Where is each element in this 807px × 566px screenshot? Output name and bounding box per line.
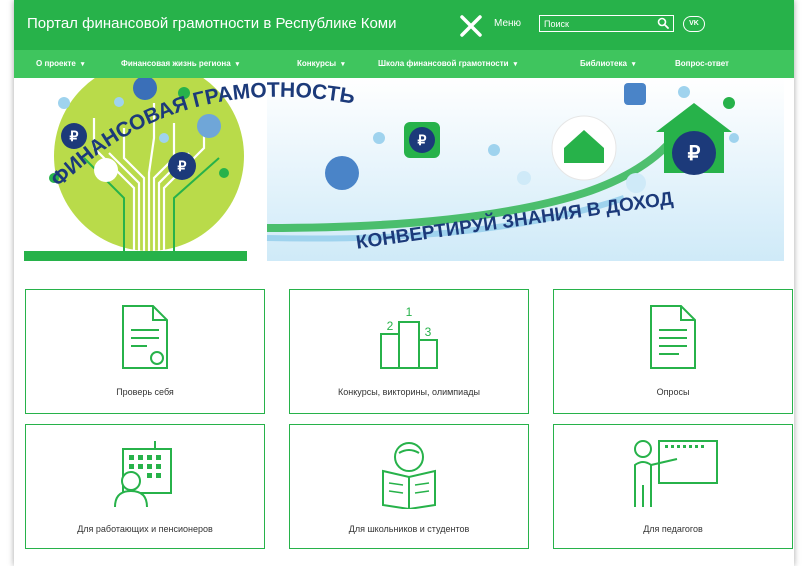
menu-button[interactable]: Меню [494,18,521,29]
main-nav: О проекте ▾ Финансовая жизнь региона ▾ Кон… [14,50,794,78]
site-title[interactable]: Портал финансовой грамотности в Республи… [27,15,397,32]
student-reading-icon [382,442,436,509]
nav-item-label: Вопрос-ответ [675,59,729,68]
nav-item-faq[interactable]: Вопрос-ответ [675,59,729,68]
promo-banner[interactable]: ₽ ₽ ФИНАНСОВАЯ ГРАМОТНОСТЬ! КОНВЕРТИРУЙ … [24,78,784,261]
svg-text:3: 3 [425,325,432,339]
nav-item-label: Школа финансовой грамотности [378,59,509,68]
chevron-down-icon: ▾ [235,61,240,68]
nav-item-label: Финансовая жизнь региона [121,59,231,68]
nav-item-contests[interactable]: Конкурсы ▾ [297,59,345,68]
chevron-down-icon: ▾ [631,61,636,68]
tile-surveys[interactable]: Опросы [553,289,793,414]
tile-label: Для работающих и пенсионеров [77,524,213,534]
nav-item-about[interactable]: О проекте ▾ [36,59,84,68]
chevron-down-icon: ▾ [80,61,85,68]
tile-contests[interactable]: 1 2 3 Конкурсы, викторины, олимпиады [289,289,529,414]
search-input[interactable] [544,17,644,30]
tile-label: Проверь себя [116,387,174,397]
tile-label: Конкурсы, викторины, олимпиады [338,387,480,397]
chevron-down-icon: ▾ [513,61,518,68]
search-box [539,15,674,32]
svg-text:₽: ₽ [178,158,187,174]
tile-workers-pensioners[interactable]: Для работающих и пенсионеров [25,424,265,549]
svg-text:₽: ₽ [418,132,427,148]
podium-icon: 1 2 3 [380,305,438,369]
tile-label: Для педагогов [643,524,703,534]
certificate-document-icon [122,305,168,369]
nav-item-library[interactable]: Библиотека ▾ [580,59,635,68]
nav-item-region[interactable]: Финансовая жизнь региона ▾ [121,59,239,68]
survey-document-icon [650,305,696,369]
svg-text:2: 2 [387,319,394,333]
close-icon[interactable] [458,13,484,39]
teacher-board-icon [634,440,718,507]
svg-text:₽: ₽ [70,128,79,144]
tile-students[interactable]: Для школьников и студентов [289,424,529,549]
nav-item-label: Конкурсы [297,59,337,68]
worker-building-icon [114,441,172,508]
search-icon[interactable] [657,17,669,29]
nav-item-label: О проекте [36,59,76,68]
nav-item-school[interactable]: Школа финансовой грамотности ▾ [378,59,517,68]
tile-label: Для школьников и студентов [348,524,470,534]
nav-item-label: Библиотека [580,59,627,68]
tile-self-check[interactable]: Проверь себя [25,289,265,414]
chevron-down-icon: ▾ [341,61,345,68]
tile-teachers[interactable]: Для педагогов [553,424,793,549]
svg-text:₽: ₽ [688,143,701,165]
vk-button[interactable]: VK [683,16,705,32]
top-bar: Портал финансовой грамотности в Республи… [14,0,794,50]
svg-text:1: 1 [406,305,413,319]
tile-label: Опросы [656,387,690,397]
